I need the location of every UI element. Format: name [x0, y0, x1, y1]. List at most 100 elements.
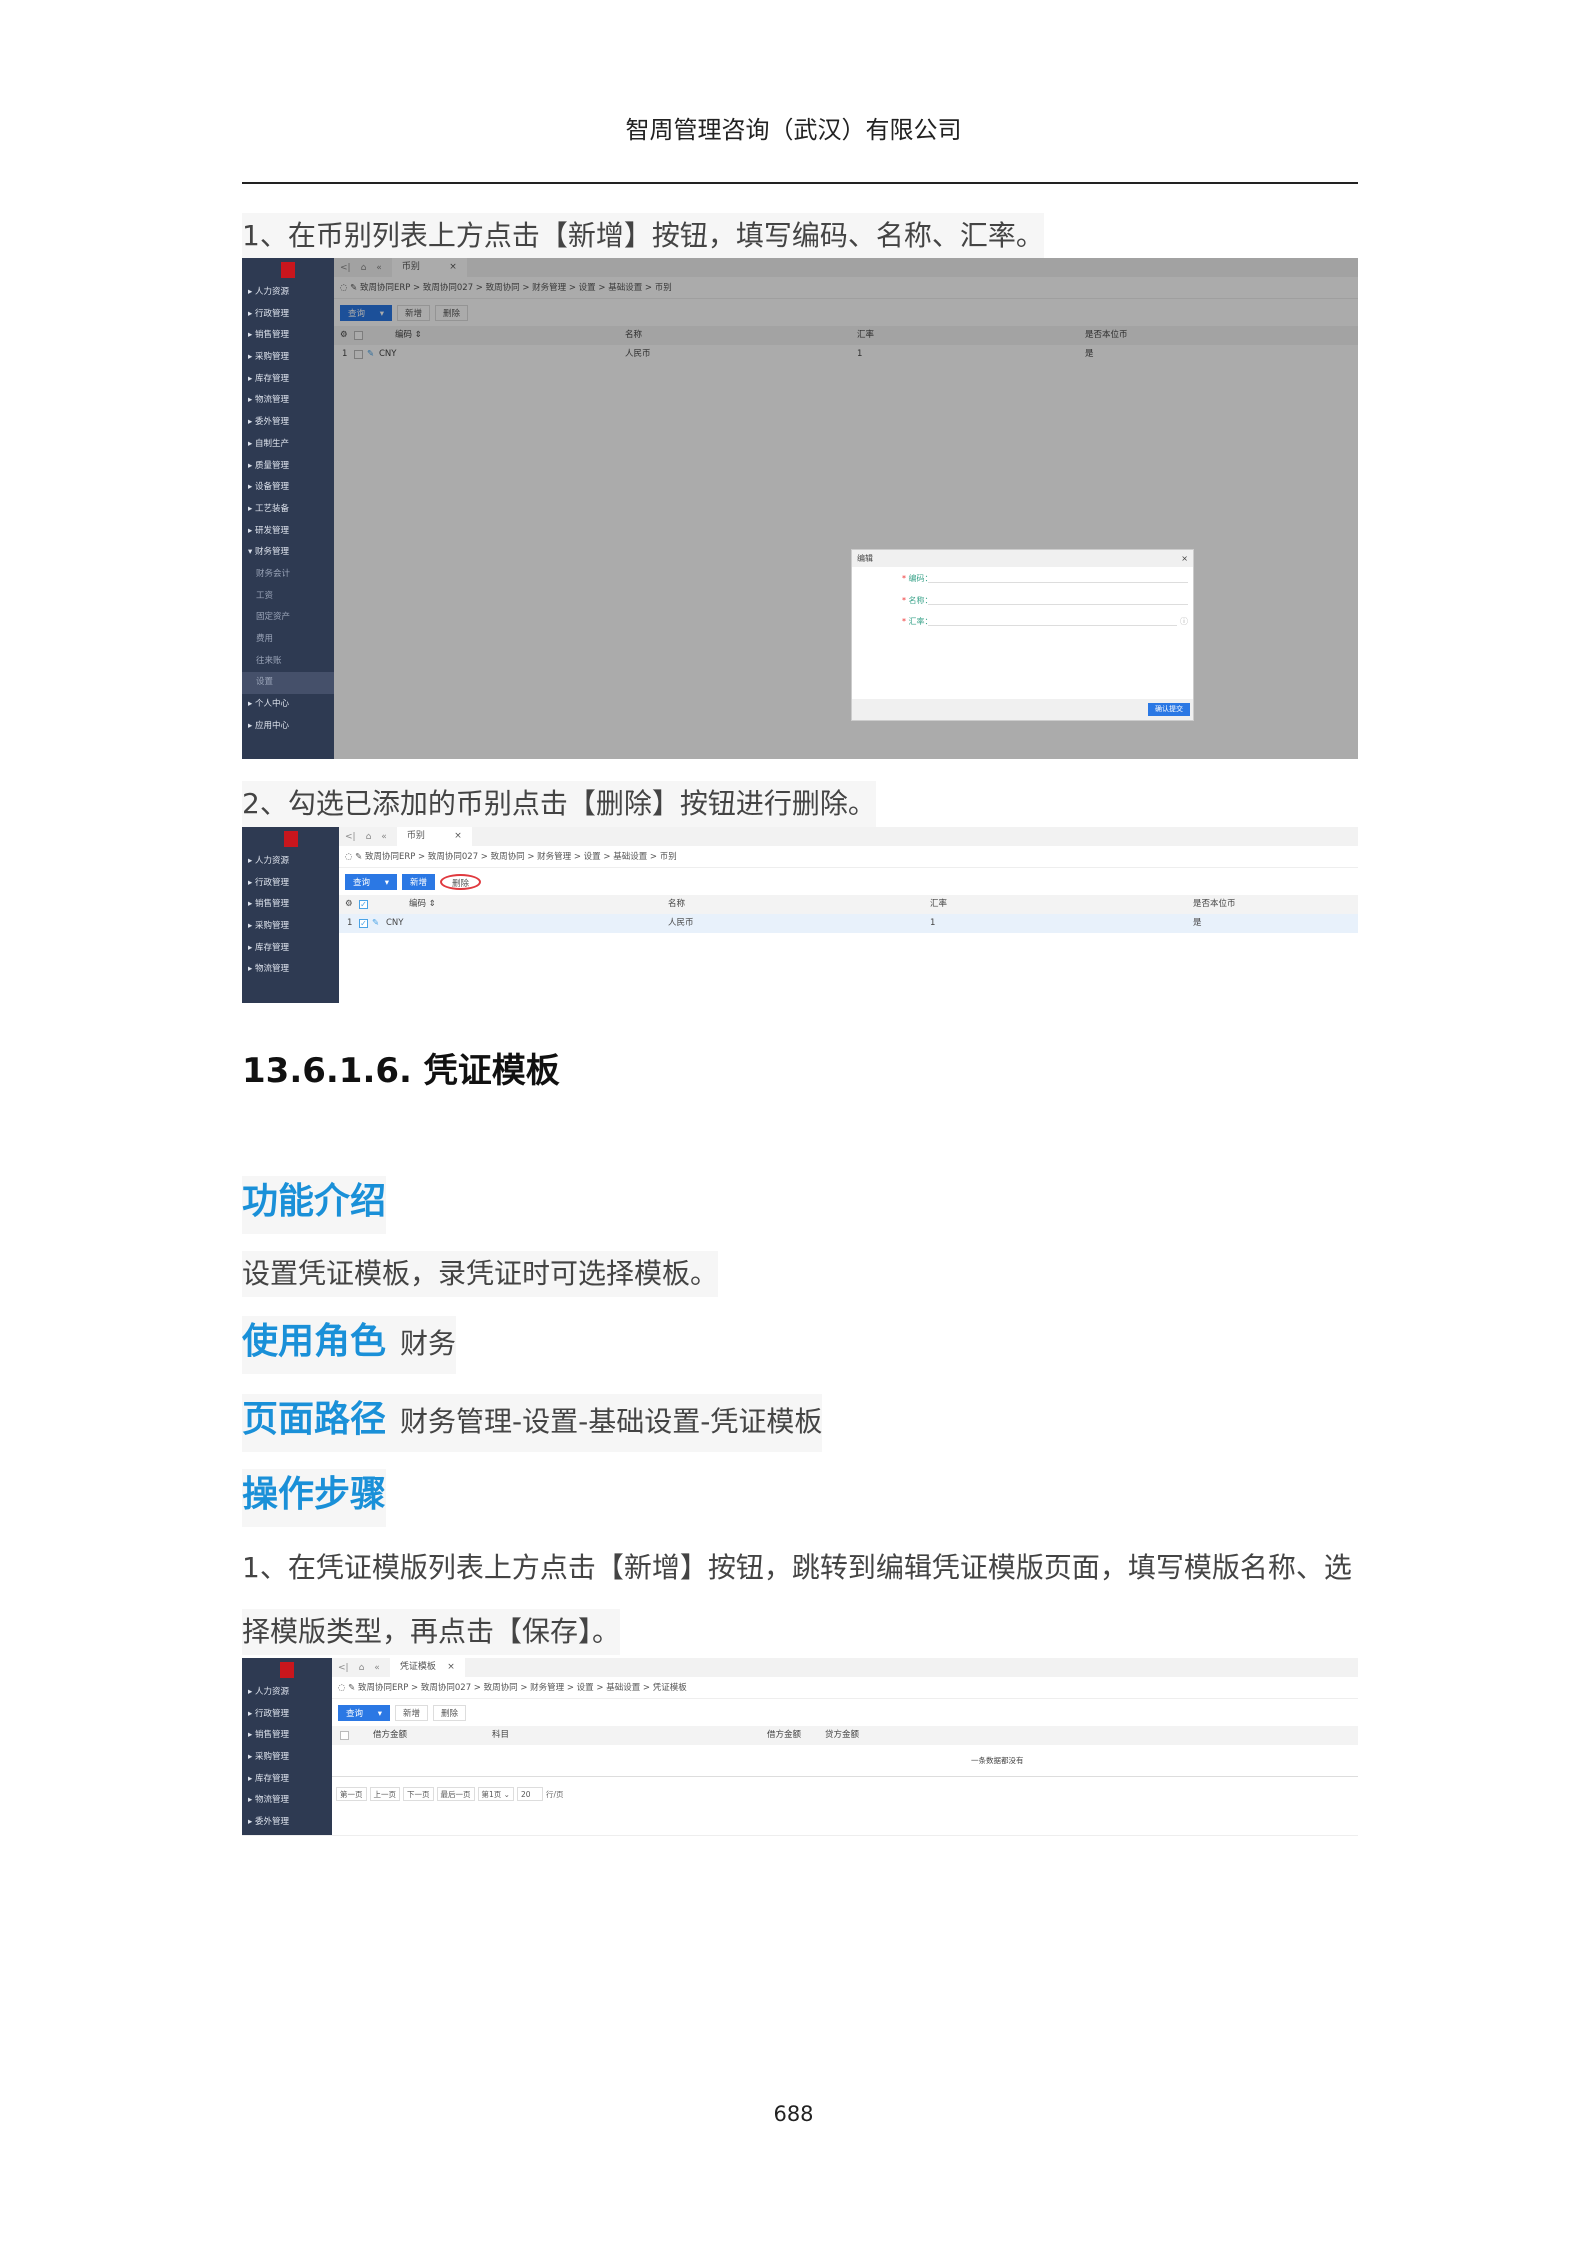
sidebar-item[interactable]: ▸ 采购管理 [242, 347, 334, 369]
sidebar-item[interactable]: ▸ 物流管理 [242, 959, 339, 981]
sidebar-item[interactable]: ▾ 财务管理 [242, 542, 334, 564]
sidebar-item[interactable]: ▸ 个人中心 [242, 694, 334, 716]
steps-heading: 操作步骤 [242, 1474, 387, 1515]
pagination: 第一页 上一页 下一页 最后一页 第1页 ⌄ 20 行/页 [332, 1777, 1358, 1801]
delete-button[interactable]: 删除 [440, 873, 482, 890]
pin-icon[interactable]: ✎ [355, 852, 362, 862]
sidebar-subitem[interactable]: 往来账 [242, 651, 334, 673]
modal-overlay [334, 258, 1358, 759]
sidebar-subitem[interactable]: 设置 [242, 672, 334, 695]
page-header: 智周管理咨询（武汉）有限公司 [625, 116, 962, 144]
sidebar-item[interactable]: ▸ 行政管理 [242, 1704, 332, 1726]
breadcrumb: 致周协同ERP > 致周协同027 > 致周协同 > 财务管理 > 设置 > 基… [357, 1683, 687, 1693]
logo [283, 831, 298, 847]
add-button[interactable]: 新增 [402, 873, 436, 890]
pin-icon[interactable]: ✎ [348, 1683, 355, 1693]
sidebar-item[interactable]: ▸ 库存管理 [242, 938, 339, 960]
step-1-text: 1、在币别列表上方点击【新增】按钮，填写编码、名称、汇率。 [242, 213, 1044, 259]
sidebar-subitem[interactable]: 财务会计 [242, 564, 334, 586]
sidebar-item[interactable]: ▸ 质量管理 [242, 456, 334, 478]
tab-currency[interactable]: 币别 × [396, 827, 472, 846]
home-icon[interactable]: ⌂ [359, 1663, 365, 1673]
sidebar-subitem[interactable]: 工资 [242, 586, 334, 608]
tab-label: 凭证模板 [399, 1662, 436, 1672]
sidebar: ▸ 人力资源 ▸ 行政管理 ▸ 销售管理 ▸ 采购管理 ▸ 库存管理 ▸ 物流管理 ▸ 委外… [242, 258, 334, 759]
sidebar-item[interactable]: ▸ 库存管理 [242, 1769, 332, 1791]
delete-button[interactable]: 删除 [433, 1704, 467, 1721]
column-is-base: 是否本位币 [1193, 899, 1236, 909]
collapse-icon[interactable]: « [381, 832, 387, 842]
sidebar-item[interactable]: ▸ 研发管理 [242, 521, 334, 543]
sidebar-item[interactable]: ▸ 行政管理 [242, 873, 339, 895]
back-icon[interactable]: <| [345, 832, 356, 842]
sidebar-item[interactable]: ▸ 应用中心 [242, 716, 334, 738]
sidebar-item[interactable]: ▸ 委外管理 [242, 1812, 332, 1834]
sidebar-item[interactable]: ▸ 销售管理 [242, 325, 334, 347]
next-page-button[interactable]: 下一页 [403, 1787, 434, 1801]
sidebar-item[interactable]: ▸ 销售管理 [242, 1725, 332, 1747]
submit-button[interactable]: 确认提交 [1148, 703, 1190, 716]
query-button[interactable]: 查询 ▾ [338, 1704, 390, 1721]
cell-code: CNY [386, 918, 404, 928]
column-rate: 汇率 [930, 899, 948, 909]
dropdown-icon: ▾ [384, 877, 389, 888]
sidebar-subitem[interactable]: 费用 [242, 629, 334, 651]
refresh-icon[interactable]: ◌ [338, 1683, 345, 1693]
rate-input[interactable] [928, 616, 1177, 626]
prev-page-button[interactable]: 上一页 [369, 1787, 400, 1801]
sidebar-item[interactable]: ▸ 物流管理 [242, 390, 334, 412]
table-row[interactable]: 1 ✓ ✎ CNY 人民币 1 是 [339, 914, 1358, 933]
sidebar-item[interactable]: ▸ 人力资源 [242, 851, 339, 873]
page-select[interactable]: 第1页 ⌄ [477, 1787, 514, 1801]
home-icon[interactable]: ⌂ [366, 832, 372, 842]
sidebar-item[interactable]: ▸ 设备管理 [242, 477, 334, 499]
select-all-checkbox[interactable]: ✓ [359, 900, 368, 909]
sidebar-item[interactable]: ▸ 自制生产 [242, 434, 334, 456]
column-debit: 借方金额 [373, 1730, 408, 1740]
tab-voucher-template[interactable]: 凭证模板 × [389, 1658, 465, 1677]
back-icon[interactable]: <| [338, 1663, 349, 1673]
sidebar-subitem[interactable]: 固定资产 [242, 607, 334, 629]
close-icon[interactable]: × [447, 1658, 455, 1677]
sidebar: ▸ 人力资源 ▸ 行政管理 ▸ 销售管理 ▸ 采购管理 ▸ 库存管理 ▸ 物流管理 ▸ 委外… [242, 1658, 332, 1835]
settings-icon[interactable]: ⚙ [345, 895, 353, 914]
code-input[interactable] [928, 573, 1188, 583]
table-header: ⚙ ✓ 编码 ⇕ 名称 汇率 是否本位币 [339, 895, 1358, 914]
query-button[interactable]: 查询 ▾ [345, 873, 397, 890]
add-button[interactable]: 新增 [395, 1704, 429, 1721]
path-value: 财务管理-设置-基础设置-凭证模板 [400, 1405, 823, 1438]
tab-label: 币别 [406, 831, 425, 841]
column-code[interactable]: 编码 ⇕ [409, 895, 436, 914]
section-title: 13.6.1.6. 凭证模板 [242, 1051, 560, 1091]
voucher-template-screenshot: ▸ 人力资源 ▸ 行政管理 ▸ 销售管理 ▸ 采购管理 ▸ 库存管理 ▸ 物流管理 ▸ 委外… [242, 1658, 1358, 1836]
sidebar-item[interactable]: ▸ 采购管理 [242, 916, 339, 938]
select-all-checkbox[interactable] [340, 1731, 349, 1740]
sidebar-item[interactable]: ▸ 销售管理 [242, 894, 339, 916]
intro-text: 设置凭证模板，录凭证时可选择模板。 [242, 1251, 719, 1297]
sidebar-item[interactable]: ▸ 人力资源 [242, 1682, 332, 1704]
refresh-icon[interactable]: ◌ [345, 852, 352, 862]
sidebar-item[interactable]: ▸ 委外管理 [242, 412, 334, 434]
edit-icon[interactable]: ✎ [372, 914, 379, 933]
sidebar-item[interactable]: ▸ 库存管理 [242, 369, 334, 391]
page-size-input[interactable]: 20 [516, 1787, 543, 1801]
info-icon[interactable]: ⓘ [1180, 616, 1188, 627]
column-credit-amount: 贷方金额 [825, 1730, 860, 1740]
row-checkbox[interactable]: ✓ [359, 919, 368, 928]
dialog-title: 编辑 [857, 554, 873, 563]
steps-text-line1: 1、在凭证模版列表上方点击【新增】按钮，跳转到编辑凭证模版页面，填写模版名称、选 [242, 1551, 1352, 1584]
close-icon[interactable]: × [1181, 550, 1188, 567]
last-page-button[interactable]: 最后一页 [436, 1787, 475, 1801]
sidebar-item[interactable]: ▸ 工艺装备 [242, 499, 334, 521]
first-page-button[interactable]: 第一页 [336, 1787, 367, 1801]
role-value: 财务 [400, 1327, 457, 1360]
sidebar-item[interactable]: ▸ 人力资源 [242, 282, 334, 304]
name-input[interactable] [928, 595, 1188, 605]
sidebar-item[interactable]: ▸ 行政管理 [242, 304, 334, 326]
step-2-text: 2、勾选已添加的币别点击【删除】按钮进行删除。 [242, 781, 876, 827]
sidebar-item[interactable]: ▸ 物流管理 [242, 1790, 332, 1812]
header-divider [242, 182, 1358, 184]
collapse-icon[interactable]: « [374, 1663, 380, 1673]
close-icon[interactable]: × [454, 827, 462, 846]
sidebar-item[interactable]: ▸ 采购管理 [242, 1747, 332, 1769]
